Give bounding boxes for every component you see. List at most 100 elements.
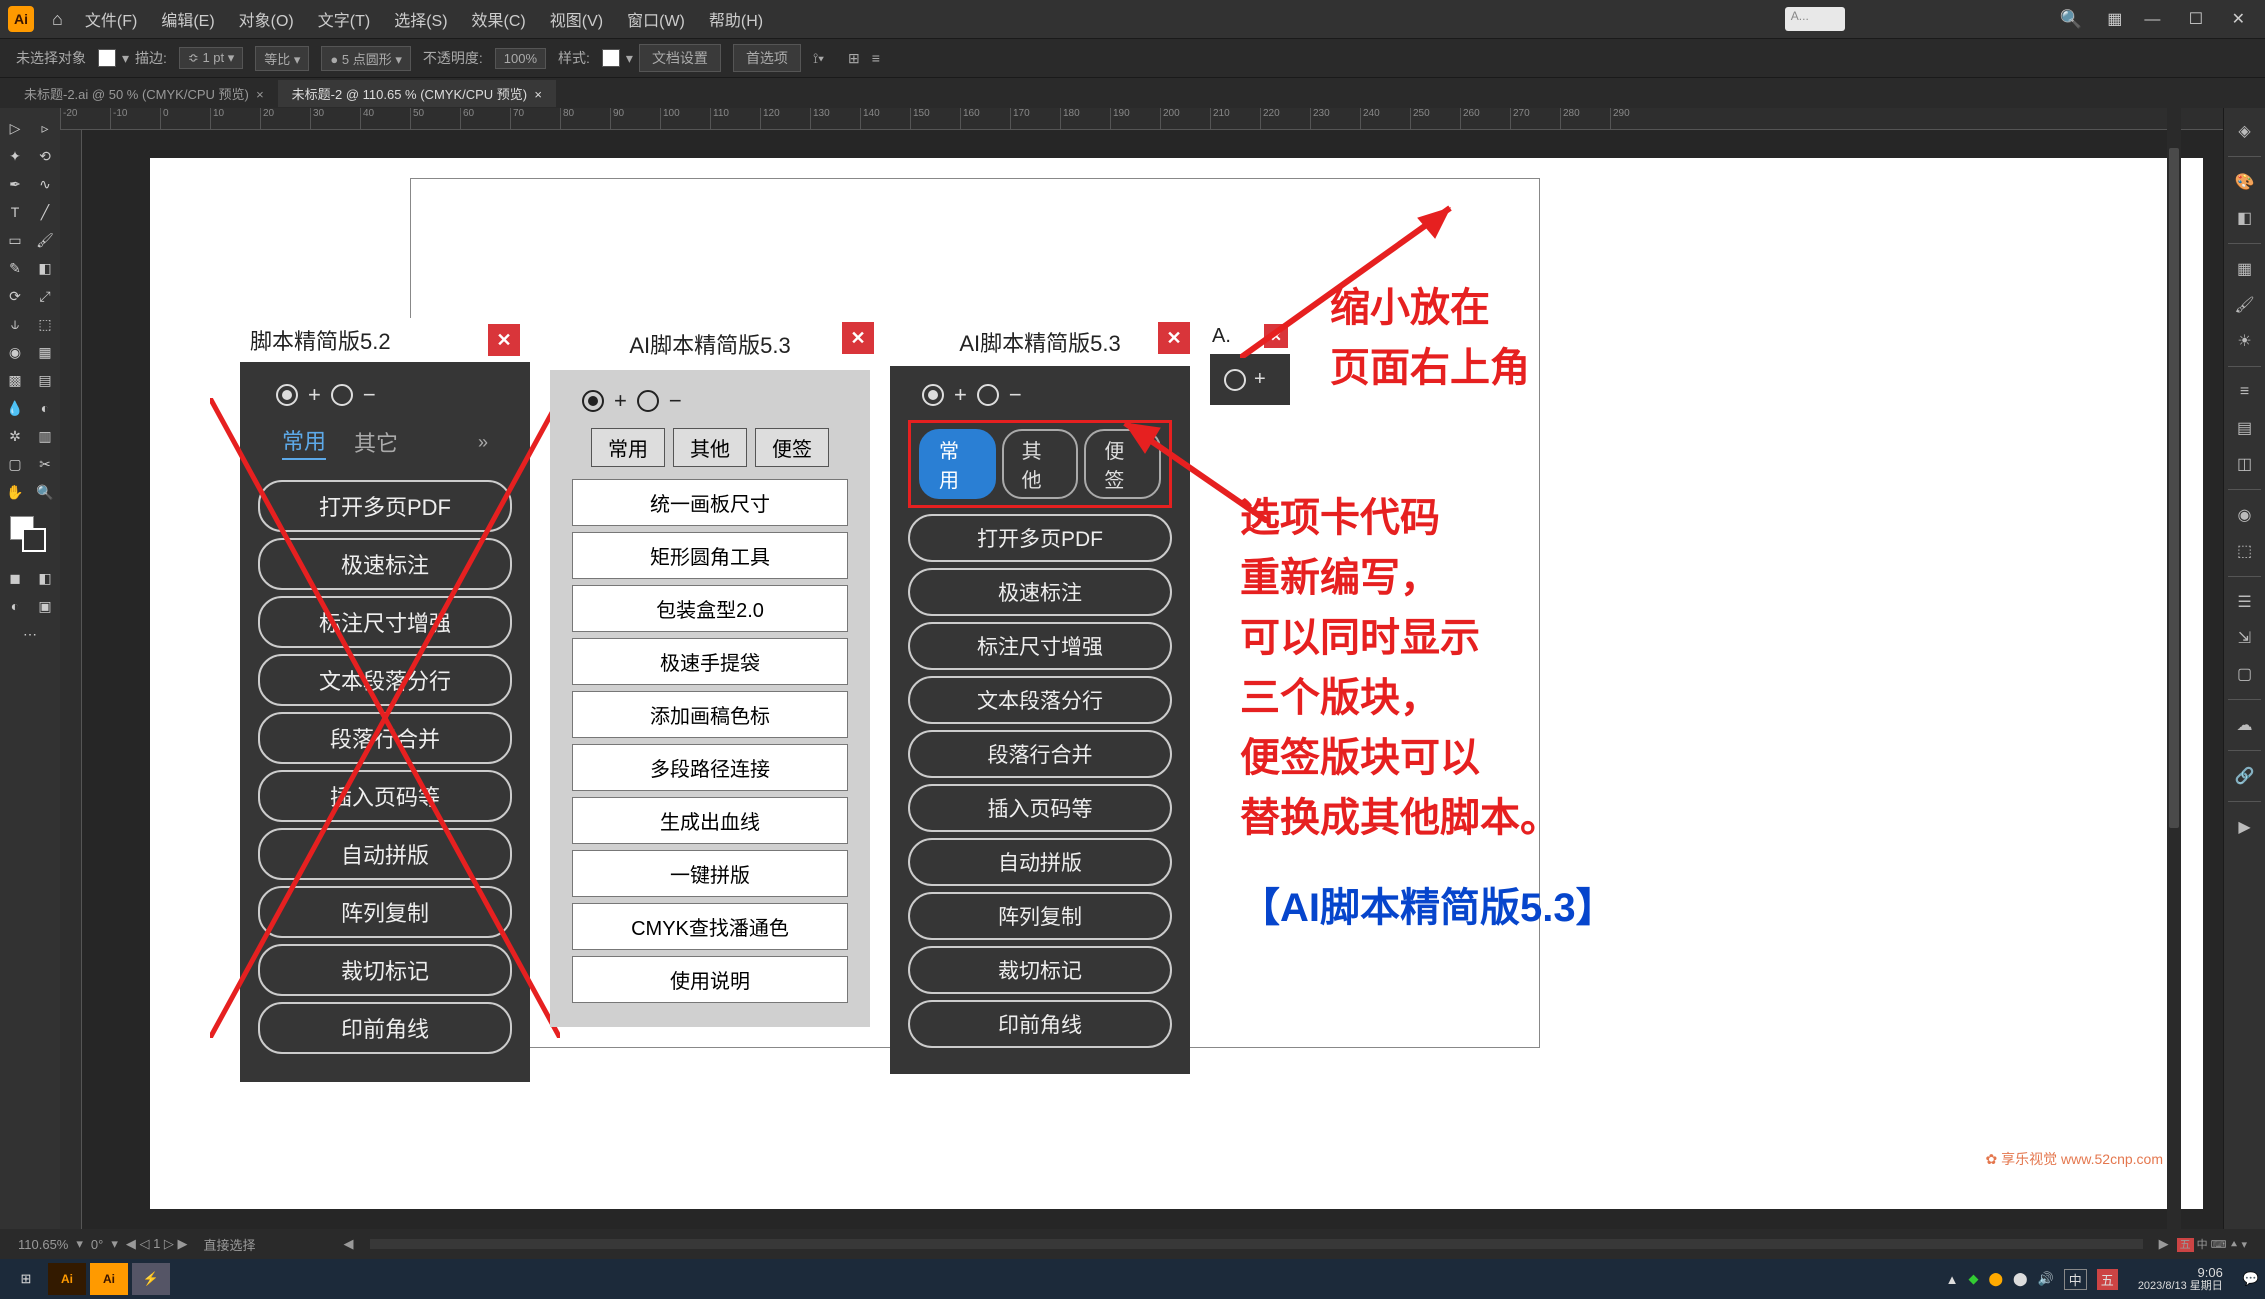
close-button[interactable]: ✕ [2232, 11, 2245, 28]
radio-icon[interactable] [1224, 369, 1246, 391]
script-button[interactable]: 矩形圆角工具 [572, 532, 848, 579]
curvature-tool[interactable]: ∿ [30, 170, 60, 198]
stroke-color[interactable] [22, 528, 46, 552]
minimize-button[interactable]: — [2144, 11, 2160, 28]
gradient-icon[interactable]: ▤ [2230, 413, 2260, 443]
scrollbar-thumb[interactable] [2169, 148, 2179, 828]
scrollbar-vertical[interactable] [2167, 108, 2181, 1229]
eyedropper-tool[interactable]: 💧 [0, 394, 30, 422]
script-button[interactable]: 自动拼版 [908, 838, 1172, 886]
menu-file[interactable]: 文件(F) [85, 7, 137, 31]
uniform-dropdown[interactable]: 等比 ▾ [255, 46, 309, 71]
scrollbar-horizontal[interactable] [370, 1239, 2143, 1249]
script-button[interactable]: 插入页码等 [258, 770, 512, 822]
script-button[interactable]: 印前角线 [908, 1000, 1172, 1048]
panel-tab[interactable]: 其他 [673, 428, 747, 467]
stroke-icon[interactable]: ≡ [2230, 377, 2260, 407]
opacity-input[interactable]: 100% [495, 48, 546, 69]
panel-tab[interactable]: 常用 [591, 428, 665, 467]
prefs-button[interactable]: 首选项 [733, 44, 801, 72]
asset-export-icon[interactable]: ⇲ [2230, 623, 2260, 653]
radio-selected-icon[interactable] [276, 384, 298, 406]
fill-swatch[interactable] [98, 49, 116, 67]
symbols-icon[interactable]: ☀ [2230, 326, 2260, 356]
tray-icon[interactable]: ⬤ [1988, 1271, 2003, 1287]
artboards-icon[interactable]: ▢ [2230, 659, 2260, 689]
libraries-icon[interactable]: ☁ [2230, 710, 2260, 740]
tray-ime-icon[interactable]: 中 [2064, 1269, 2087, 1290]
zoom-tool[interactable]: 🔍 [30, 478, 60, 506]
tray-lang-icon[interactable]: 五 [2097, 1269, 2118, 1290]
free-transform-tool[interactable]: ⬚ [30, 310, 60, 338]
script-button[interactable]: 添加画稿色标 [572, 691, 848, 738]
script-button[interactable]: 打开多页PDF [908, 514, 1172, 562]
script-button[interactable]: 极速标注 [258, 538, 512, 590]
script-button[interactable]: 段落行合并 [258, 712, 512, 764]
script-button[interactable]: 裁切标记 [908, 946, 1172, 994]
graph-tool[interactable]: ▥ [30, 422, 60, 450]
search-icon[interactable]: 🔍 [2060, 9, 2082, 30]
shaper-tool[interactable]: ✎ [0, 254, 30, 282]
scroll-left-icon[interactable]: ◀ [344, 1236, 354, 1252]
script-button[interactable]: 包装盒型2.0 [572, 585, 848, 632]
script-button[interactable]: 统一画板尺寸 [572, 479, 848, 526]
panel-toggle-icon[interactable]: ⊞ [848, 50, 860, 67]
tray-icon[interactable]: ▲ [1946, 1272, 1959, 1287]
brushes-icon[interactable]: 🖌 [2230, 290, 2260, 320]
magic-wand-tool[interactable]: ✦ [0, 142, 30, 170]
notifications-icon[interactable]: 💬 [2243, 1271, 2259, 1287]
menu-edit[interactable]: 编辑(E) [161, 7, 214, 31]
script-button[interactable]: 阵列复制 [908, 892, 1172, 940]
taskbar-app-ai-2[interactable]: Ai [90, 1263, 128, 1295]
radio-unselected-icon[interactable] [977, 384, 999, 406]
script-button[interactable]: 极速手提袋 [572, 638, 848, 685]
close-icon[interactable]: ✕ [488, 324, 520, 356]
width-tool[interactable]: ⫝ [0, 310, 30, 338]
color-icon[interactable]: 🎨 [2230, 167, 2260, 197]
script-button[interactable]: 标注尺寸增强 [258, 596, 512, 648]
brush-tool[interactable]: 🖌 [30, 226, 60, 254]
close-icon[interactable]: ✕ [1158, 322, 1190, 354]
perspective-tool[interactable]: ▦ [30, 338, 60, 366]
panel-menu-icon[interactable]: ≡ [872, 50, 880, 66]
style-swatch[interactable] [602, 49, 620, 67]
home-icon[interactable]: ⌂ [52, 9, 63, 30]
taskbar-app-other[interactable]: ⚡ [132, 1263, 170, 1295]
script-button[interactable]: 打开多页PDF [258, 480, 512, 532]
close-icon[interactable]: ✕ [842, 322, 874, 354]
fill-stroke-control[interactable] [10, 516, 50, 556]
lasso-tool[interactable]: ⟲ [30, 142, 60, 170]
title-search-box[interactable]: A... [1785, 7, 1845, 31]
direct-select-tool[interactable]: ▹ [30, 114, 60, 142]
rotation[interactable]: 0° [91, 1237, 103, 1252]
blend-tool[interactable]: ◐ [30, 394, 60, 422]
script-button[interactable]: 多段路径连接 [572, 744, 848, 791]
scale-tool[interactable]: ⤢ [30, 282, 60, 310]
chevron-right-icon[interactable]: » [478, 432, 488, 453]
script-button[interactable]: 插入页码等 [908, 784, 1172, 832]
tray-icon[interactable]: ◆ [1968, 1271, 1978, 1287]
panel-tab[interactable]: 常用 [919, 429, 996, 499]
rect-tool[interactable]: ▭ [0, 226, 30, 254]
script-button[interactable]: 文本段落分行 [908, 676, 1172, 724]
doc-tab-1[interactable]: 未标题-2.ai @ 50 % (CMYK/CPU 预览) × [10, 80, 278, 107]
menu-effect[interactable]: 效果(C) [472, 7, 526, 31]
radio-selected-icon[interactable] [582, 390, 604, 412]
links-icon[interactable]: 🔗 [2230, 761, 2260, 791]
menu-view[interactable]: 视图(V) [550, 7, 603, 31]
panel-tab[interactable]: 其他 [1002, 429, 1079, 499]
script-button[interactable]: 自动拼版 [258, 828, 512, 880]
artboard-nav[interactable]: ◀ ◁ 1 ▷ ▶ [126, 1236, 188, 1252]
close-icon[interactable]: ✕ [1264, 324, 1288, 348]
selection-tool[interactable]: ▷ [0, 114, 30, 142]
appearance-icon[interactable]: ◉ [2230, 500, 2260, 530]
graphic-styles-icon[interactable]: ⬚ [2230, 536, 2260, 566]
script-button[interactable]: 生成出血线 [572, 797, 848, 844]
radio-unselected-icon[interactable] [637, 390, 659, 412]
maximize-button[interactable]: ☐ [2189, 11, 2203, 28]
gradient-tool[interactable]: ▤ [30, 366, 60, 394]
eraser-tool[interactable]: ◧ [30, 254, 60, 282]
menu-help[interactable]: 帮助(H) [709, 7, 763, 31]
script-button[interactable]: 极速标注 [908, 568, 1172, 616]
start-button[interactable]: ⊞ [6, 1263, 46, 1295]
